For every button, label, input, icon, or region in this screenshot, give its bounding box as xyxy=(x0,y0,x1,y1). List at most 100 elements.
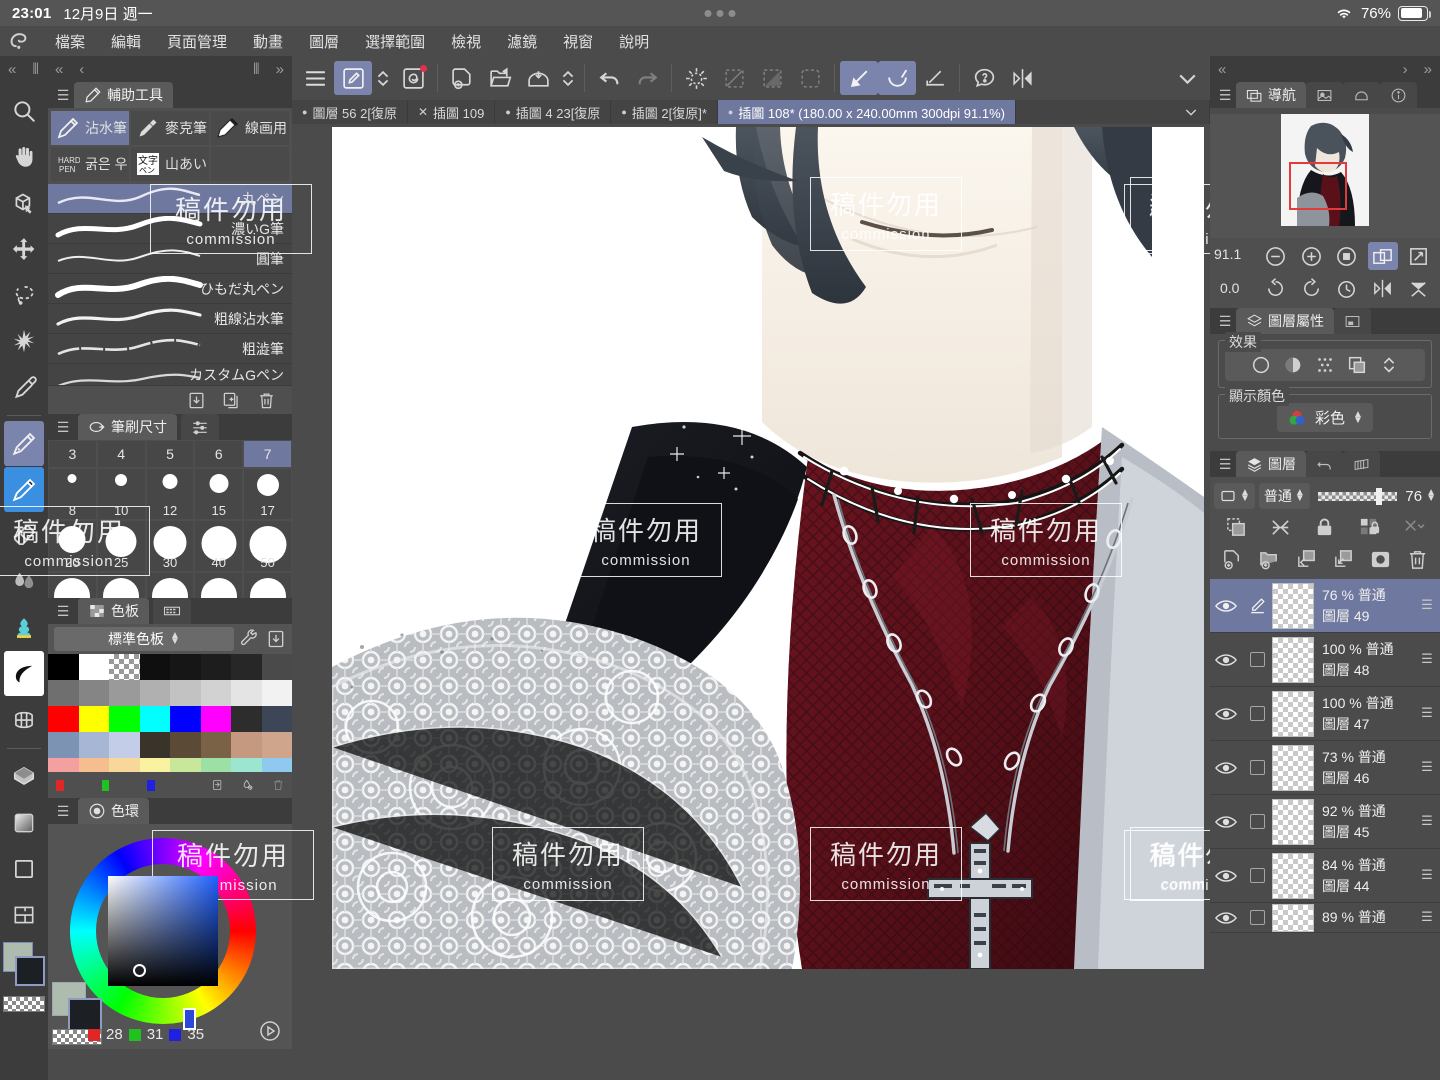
recent-color-swatch[interactable] xyxy=(101,779,110,791)
brush-size-cell[interactable]: 8 xyxy=(48,468,97,520)
recent-color-swatch[interactable] xyxy=(147,779,155,791)
color-swatch[interactable] xyxy=(48,654,79,680)
color-swatch[interactable] xyxy=(261,680,292,706)
tab-layer-mask[interactable] xyxy=(1334,308,1371,334)
rotate-right-button[interactable] xyxy=(1296,274,1326,302)
redo-button[interactable] xyxy=(628,61,666,95)
brush-size-cell[interactable] xyxy=(145,572,195,598)
tab-brush-size-settings[interactable] xyxy=(181,414,219,440)
ink-tool[interactable] xyxy=(4,651,44,696)
color-wheel-swatch-pair[interactable] xyxy=(52,982,106,1032)
layer-edit-indicator[interactable] xyxy=(1242,652,1272,667)
navigator-preview[interactable] xyxy=(1210,114,1440,238)
layer-mask-icon[interactable] xyxy=(1369,548,1392,571)
figure-tool[interactable] xyxy=(4,846,44,891)
collapse-all-left-button[interactable]: « xyxy=(0,61,24,78)
brush-size-cell[interactable]: 12 xyxy=(145,468,195,520)
tab-color-wheel[interactable]: 色環 xyxy=(78,798,149,824)
saturation-value-square[interactable] xyxy=(108,876,218,986)
decoration-tool[interactable] xyxy=(4,605,44,650)
menu-window[interactable]: 視窗 xyxy=(550,28,606,55)
brush-list-item[interactable]: カスタムGペン xyxy=(48,364,292,386)
sv-cursor[interactable] xyxy=(133,964,146,977)
layer-row[interactable]: 92 % 普通 圖層 45 ☰ xyxy=(1210,795,1440,849)
color-swatch[interactable] xyxy=(200,758,231,772)
menu-file[interactable]: 檔案 xyxy=(42,28,98,55)
hand-tool[interactable] xyxy=(4,134,44,179)
color-swatch[interactable] xyxy=(139,758,170,772)
layer-thumbnail[interactable] xyxy=(1272,636,1314,683)
brush-size-cell[interactable]: 17 xyxy=(243,468,292,520)
fit-button[interactable] xyxy=(1332,242,1362,270)
layer-menu-icon[interactable]: ☰ xyxy=(1416,910,1438,925)
color-swatch[interactable] xyxy=(139,680,170,706)
trash-icon[interactable] xyxy=(272,776,284,794)
color-swatch-pair[interactable] xyxy=(1,942,47,994)
brush-size-cell-selected[interactable]: 7 xyxy=(243,440,292,468)
reset-rotation-button[interactable] xyxy=(1332,274,1362,302)
app-logo-icon[interactable] xyxy=(0,29,42,53)
brush-list-item[interactable]: 粗線沾水筆 xyxy=(48,304,292,334)
layer-row[interactable]: 100 % 普通 圖層 48 ☰ xyxy=(1210,633,1440,687)
color-swatch[interactable] xyxy=(170,706,201,732)
brush-size-cell[interactable]: 5 xyxy=(145,440,195,468)
brush-size-cell[interactable]: 50 xyxy=(243,520,292,572)
mask-off-icon[interactable] xyxy=(1269,516,1292,539)
close-icon[interactable]: ✕ xyxy=(418,105,428,119)
color-swatch[interactable] xyxy=(261,706,292,732)
opacity-stepper[interactable]: ▲ ▼ xyxy=(1426,488,1436,504)
color-swatch[interactable] xyxy=(231,758,262,772)
help-button[interactable] xyxy=(965,61,1003,95)
subtool-panel-menu-icon[interactable]: ☰ xyxy=(52,87,74,104)
color-swatch[interactable] xyxy=(48,680,79,706)
color-swatch[interactable] xyxy=(170,654,201,680)
navigator-viewport-rect[interactable] xyxy=(1289,162,1347,210)
layer-visibility-toggle[interactable] xyxy=(1210,599,1242,613)
layer-visibility-toggle[interactable] xyxy=(1210,653,1242,667)
color-swatch-transparent[interactable] xyxy=(109,654,140,680)
new-folder-icon[interactable] xyxy=(1258,548,1281,571)
brush-size-cell[interactable]: 15 xyxy=(194,468,244,520)
color-swatch[interactable] xyxy=(78,654,109,680)
navigator-panel-menu-icon[interactable]: ☰ xyxy=(1214,87,1236,104)
tab-subtool[interactable]: 輔助工具 xyxy=(74,82,173,108)
color-swatch[interactable] xyxy=(261,654,292,680)
brush-size-cell[interactable] xyxy=(243,572,292,598)
tab-animation[interactable] xyxy=(1343,451,1380,477)
transparent-color-swatch[interactable] xyxy=(3,996,45,1012)
tab-brush-size[interactable]: 筆刷尺寸 xyxy=(78,414,177,440)
grip-handle-1[interactable]: ⦀ xyxy=(24,61,47,78)
fill-tool[interactable] xyxy=(4,754,44,799)
brush-size-cell[interactable]: 25 xyxy=(96,520,146,572)
layer-menu-icon[interactable]: ☰ xyxy=(1416,652,1438,667)
color-swatch[interactable] xyxy=(231,706,262,732)
new-file-button[interactable] xyxy=(443,61,481,95)
subtool-quick-button[interactable] xyxy=(334,61,372,95)
eraser-tool[interactable] xyxy=(4,513,44,558)
curve-button[interactable] xyxy=(878,61,916,95)
layer-visibility-toggle[interactable] xyxy=(1210,869,1242,883)
color-swatch[interactable] xyxy=(231,732,262,758)
brush-size-cell[interactable]: 6 xyxy=(194,440,244,468)
gradient-tool[interactable] xyxy=(4,800,44,845)
chevron-updown-icon[interactable]: ▲ ▼ xyxy=(1353,409,1363,425)
fit-to-screen-button[interactable] xyxy=(1367,242,1398,270)
flip-canvas-button[interactable] xyxy=(1368,274,1398,302)
layer-row[interactable]: 73 % 普通 圖層 46 ☰ xyxy=(1210,741,1440,795)
subtool-chip-textbrush[interactable]: 文字 ペン 山あい xyxy=(131,147,209,181)
menu-button[interactable] xyxy=(296,61,334,95)
brush-size-panel-menu-icon[interactable]: ☰ xyxy=(52,419,74,436)
color-swatch[interactable] xyxy=(170,732,201,758)
color-swatch[interactable] xyxy=(231,654,262,680)
tab-layer-property[interactable]: 圖層屬性 xyxy=(1236,308,1334,334)
menu-animation[interactable]: 動畫 xyxy=(240,28,296,55)
brush-size-cell[interactable] xyxy=(194,572,244,598)
color-swatch[interactable] xyxy=(78,758,109,772)
layer-edit-indicator[interactable] xyxy=(1242,596,1272,615)
lasso-select-tool[interactable] xyxy=(4,272,44,317)
color-swatch[interactable] xyxy=(139,706,170,732)
layer-row[interactable]: 84 % 普通 圖層 44 ☰ xyxy=(1210,849,1440,903)
color-swatch[interactable] xyxy=(109,758,140,772)
color-swatch[interactable] xyxy=(200,706,231,732)
navigator-thumbnail[interactable] xyxy=(1281,114,1369,226)
